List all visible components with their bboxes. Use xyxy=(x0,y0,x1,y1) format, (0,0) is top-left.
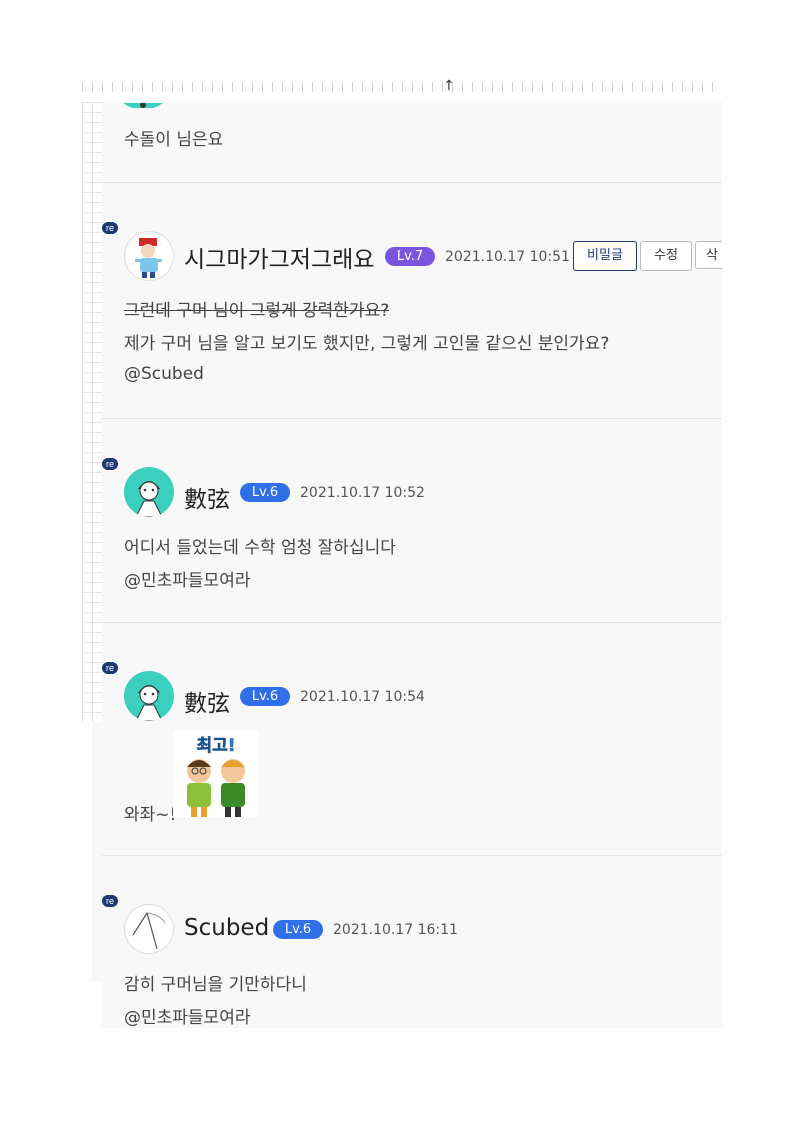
mention[interactable]: @민초파들모여라 xyxy=(124,566,250,591)
reply-badge: re xyxy=(102,895,118,907)
up-arrow-icon[interactable]: ↑ xyxy=(443,78,455,94)
reply-badge: re xyxy=(102,662,118,674)
sticker-label: 최고! xyxy=(196,736,235,756)
level-badge: Lv.6 xyxy=(240,483,290,502)
delete-button[interactable]: 삭 xyxy=(695,241,722,269)
comment-separator xyxy=(102,622,722,623)
reply-badge: re xyxy=(102,222,118,234)
comment-separator xyxy=(102,182,722,183)
timestamp: 2021.10.17 10:52 xyxy=(300,485,425,501)
avatar[interactable] xyxy=(124,231,174,281)
secret-button[interactable]: 비밀글 xyxy=(573,241,637,271)
comment-panel-edge xyxy=(92,722,112,982)
timestamp: 2021.10.17 10:54 xyxy=(300,689,425,705)
avatar[interactable] xyxy=(124,671,174,721)
comment-text: 감히 구머님을 기만하다니 xyxy=(124,975,307,995)
nickname[interactable]: 數弦 xyxy=(184,684,230,718)
avatar[interactable] xyxy=(124,904,174,954)
comment-text: 와좌~! xyxy=(124,805,177,825)
comment-separator xyxy=(102,855,722,856)
mention[interactable]: @민초파들모여라 xyxy=(124,1003,250,1028)
avatar-partial xyxy=(118,98,168,108)
reply-badge: re xyxy=(102,458,118,470)
timestamp: 2021.10.17 10:51 xyxy=(445,249,570,265)
level-badge: Lv.7 xyxy=(385,247,435,266)
comment-text: 수돌이 님은요 xyxy=(124,130,224,150)
nickname[interactable]: 시그마가그저그래요 xyxy=(184,240,374,274)
nickname[interactable]: Scubed xyxy=(184,915,269,941)
edit-button[interactable]: 수정 xyxy=(640,241,692,271)
level-badge: Lv.6 xyxy=(273,920,323,939)
timestamp: 2021.10.17 16:11 xyxy=(333,922,458,938)
comment-text-strikethrough: 그런데 구머 님이 그렇게 강력한가요? xyxy=(124,301,390,321)
comment-text: 어디서 들었는데 수학 엄청 잘하십니다 xyxy=(124,538,396,558)
comment-text: 제가 구머 님을 알고 보기도 했지만, 그렇게 고인물 같으신 분인가요? xyxy=(124,334,610,354)
mention[interactable]: @Scubed xyxy=(124,364,204,384)
level-badge: Lv.6 xyxy=(240,687,290,706)
avatar[interactable] xyxy=(124,467,174,517)
comment-separator xyxy=(102,418,722,419)
nickname[interactable]: 數弦 xyxy=(184,480,230,514)
sticker-image: 최고! xyxy=(173,731,259,817)
ruler-top xyxy=(82,82,722,102)
